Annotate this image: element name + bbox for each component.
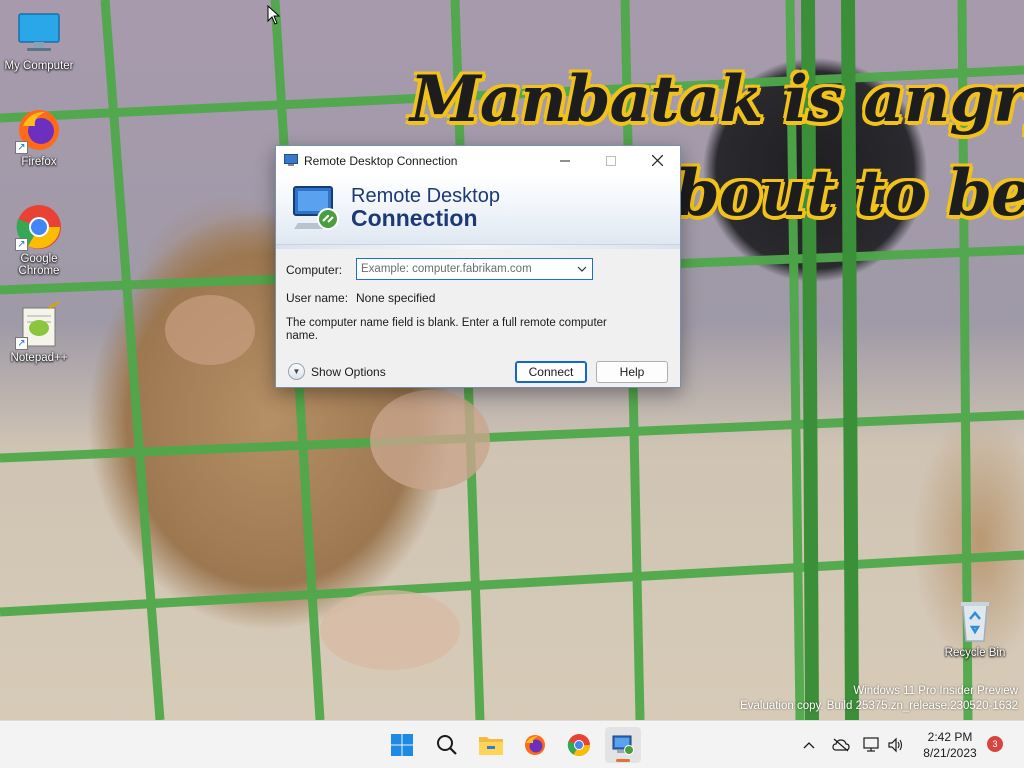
minimize-button[interactable] xyxy=(542,146,588,175)
remote-desktop-icon xyxy=(284,154,298,166)
username-value: None specified xyxy=(356,291,436,305)
network-icon xyxy=(863,737,879,752)
file-explorer-icon xyxy=(479,737,503,755)
username-label: User name: xyxy=(286,291,349,305)
taskbar-search-button[interactable] xyxy=(429,727,465,763)
help-button[interactable]: Help xyxy=(596,361,668,383)
maximize-icon xyxy=(606,155,616,166)
monitor-icon xyxy=(15,10,63,58)
shortcut-arrow-icon: ↗ xyxy=(15,337,28,350)
connect-button[interactable]: Connect xyxy=(515,361,587,383)
speaker-icon xyxy=(888,737,903,753)
shortcut-arrow-icon: ↗ xyxy=(15,141,28,154)
close-button[interactable] xyxy=(634,146,680,175)
desktop-icon-notepadpp[interactable]: ↗ Notepad++ xyxy=(0,300,78,364)
status-message: The computer name field is blank. Enter … xyxy=(286,317,607,342)
desktop-icon-label: Recycle Bin xyxy=(944,647,1006,659)
shortcut-arrow-icon: ↗ xyxy=(15,238,28,251)
taskbar: 2:42 PM 8/21/2023 xyxy=(0,720,1024,768)
taskbar-remote-desktop[interactable] xyxy=(605,727,641,763)
tray-volume[interactable] xyxy=(885,721,907,768)
remote-desktop-dialog: Remote Desktop Connection Remote Desktop… xyxy=(275,145,681,388)
start-button[interactable] xyxy=(384,727,420,763)
taskbar-firefox[interactable] xyxy=(517,727,553,763)
chevron-up-icon xyxy=(803,742,815,749)
maximize-button xyxy=(588,146,634,175)
taskbar-chrome[interactable] xyxy=(561,727,597,763)
show-hidden-icons-button[interactable] xyxy=(798,721,820,768)
firefox-icon xyxy=(525,735,545,755)
show-options-label[interactable]: Show Options xyxy=(311,365,386,379)
build-watermark-line2: Evaluation copy. Build 25375.zn_release.… xyxy=(740,700,1018,712)
chrome-icon xyxy=(567,734,590,756)
taskbar-clock[interactable]: 2:42 PM 8/21/2023 xyxy=(912,729,988,761)
wallpaper-caption-line1: Manbatak is angry th xyxy=(410,62,1024,137)
notification-badge[interactable]: 3 xyxy=(987,736,1003,752)
desktop-icon-firefox[interactable]: ↗ Firefox xyxy=(0,106,78,168)
desktop-icon-label: My Computer xyxy=(4,60,74,72)
dialog-banner: Remote Desktop Connection xyxy=(276,175,680,245)
expand-chevron-icon[interactable]: ▼ xyxy=(288,363,305,380)
taskbar-file-explorer[interactable] xyxy=(473,727,509,763)
minimize-icon xyxy=(560,160,570,161)
computer-label: Computer: xyxy=(286,263,343,277)
clock-time: 2:42 PM xyxy=(927,730,973,744)
build-watermark-line1: Windows 11 Pro Insider Preview xyxy=(853,685,1018,697)
desktop-icon-my-computer[interactable]: My Computer xyxy=(0,10,78,72)
computer-combobox[interactable]: Example: computer.fabrikam.com xyxy=(356,258,593,280)
banner-title-line2: Connection xyxy=(351,205,478,231)
active-app-indicator xyxy=(616,759,630,762)
tray-network[interactable] xyxy=(861,721,883,768)
firefox-icon: ↗ xyxy=(15,106,63,154)
tray-cloud-status[interactable] xyxy=(829,721,853,768)
desktop-icon-chrome[interactable]: ↗ Google Chrome xyxy=(0,203,78,277)
start-icon xyxy=(391,734,413,756)
chrome-icon: ↗ xyxy=(15,203,63,251)
chevron-down-icon[interactable] xyxy=(576,262,588,276)
remote-desktop-icon xyxy=(612,735,634,755)
notepadpp-icon: ↗ xyxy=(15,300,63,350)
mouse-cursor-icon xyxy=(267,5,281,25)
dialog-titlebar[interactable]: Remote Desktop Connection xyxy=(276,146,680,175)
wallpaper-caption-line2: bout to be pai xyxy=(675,156,1024,231)
desktop-icon-label: Notepad++ xyxy=(10,352,68,364)
cloud-off-icon xyxy=(832,738,850,752)
close-icon xyxy=(651,155,663,166)
dialog-title: Remote Desktop Connection xyxy=(304,153,458,168)
desktop-icon-label: Firefox xyxy=(21,156,57,168)
remote-desktop-logo-icon xyxy=(293,186,339,230)
clock-date: 8/21/2023 xyxy=(923,746,977,760)
recycle-bin-icon xyxy=(951,597,999,645)
computer-input-placeholder[interactable]: Example: computer.fabrikam.com xyxy=(361,263,532,275)
desktop-icon-label: Google Chrome xyxy=(18,253,60,277)
desktop-icon-recycle-bin[interactable]: Recycle Bin xyxy=(936,597,1014,659)
search-icon xyxy=(437,735,457,755)
connection-form: Computer: Example: computer.fabrikam.com… xyxy=(276,249,680,388)
show-options-toggle[interactable]: ▼ Show Options xyxy=(288,363,386,380)
